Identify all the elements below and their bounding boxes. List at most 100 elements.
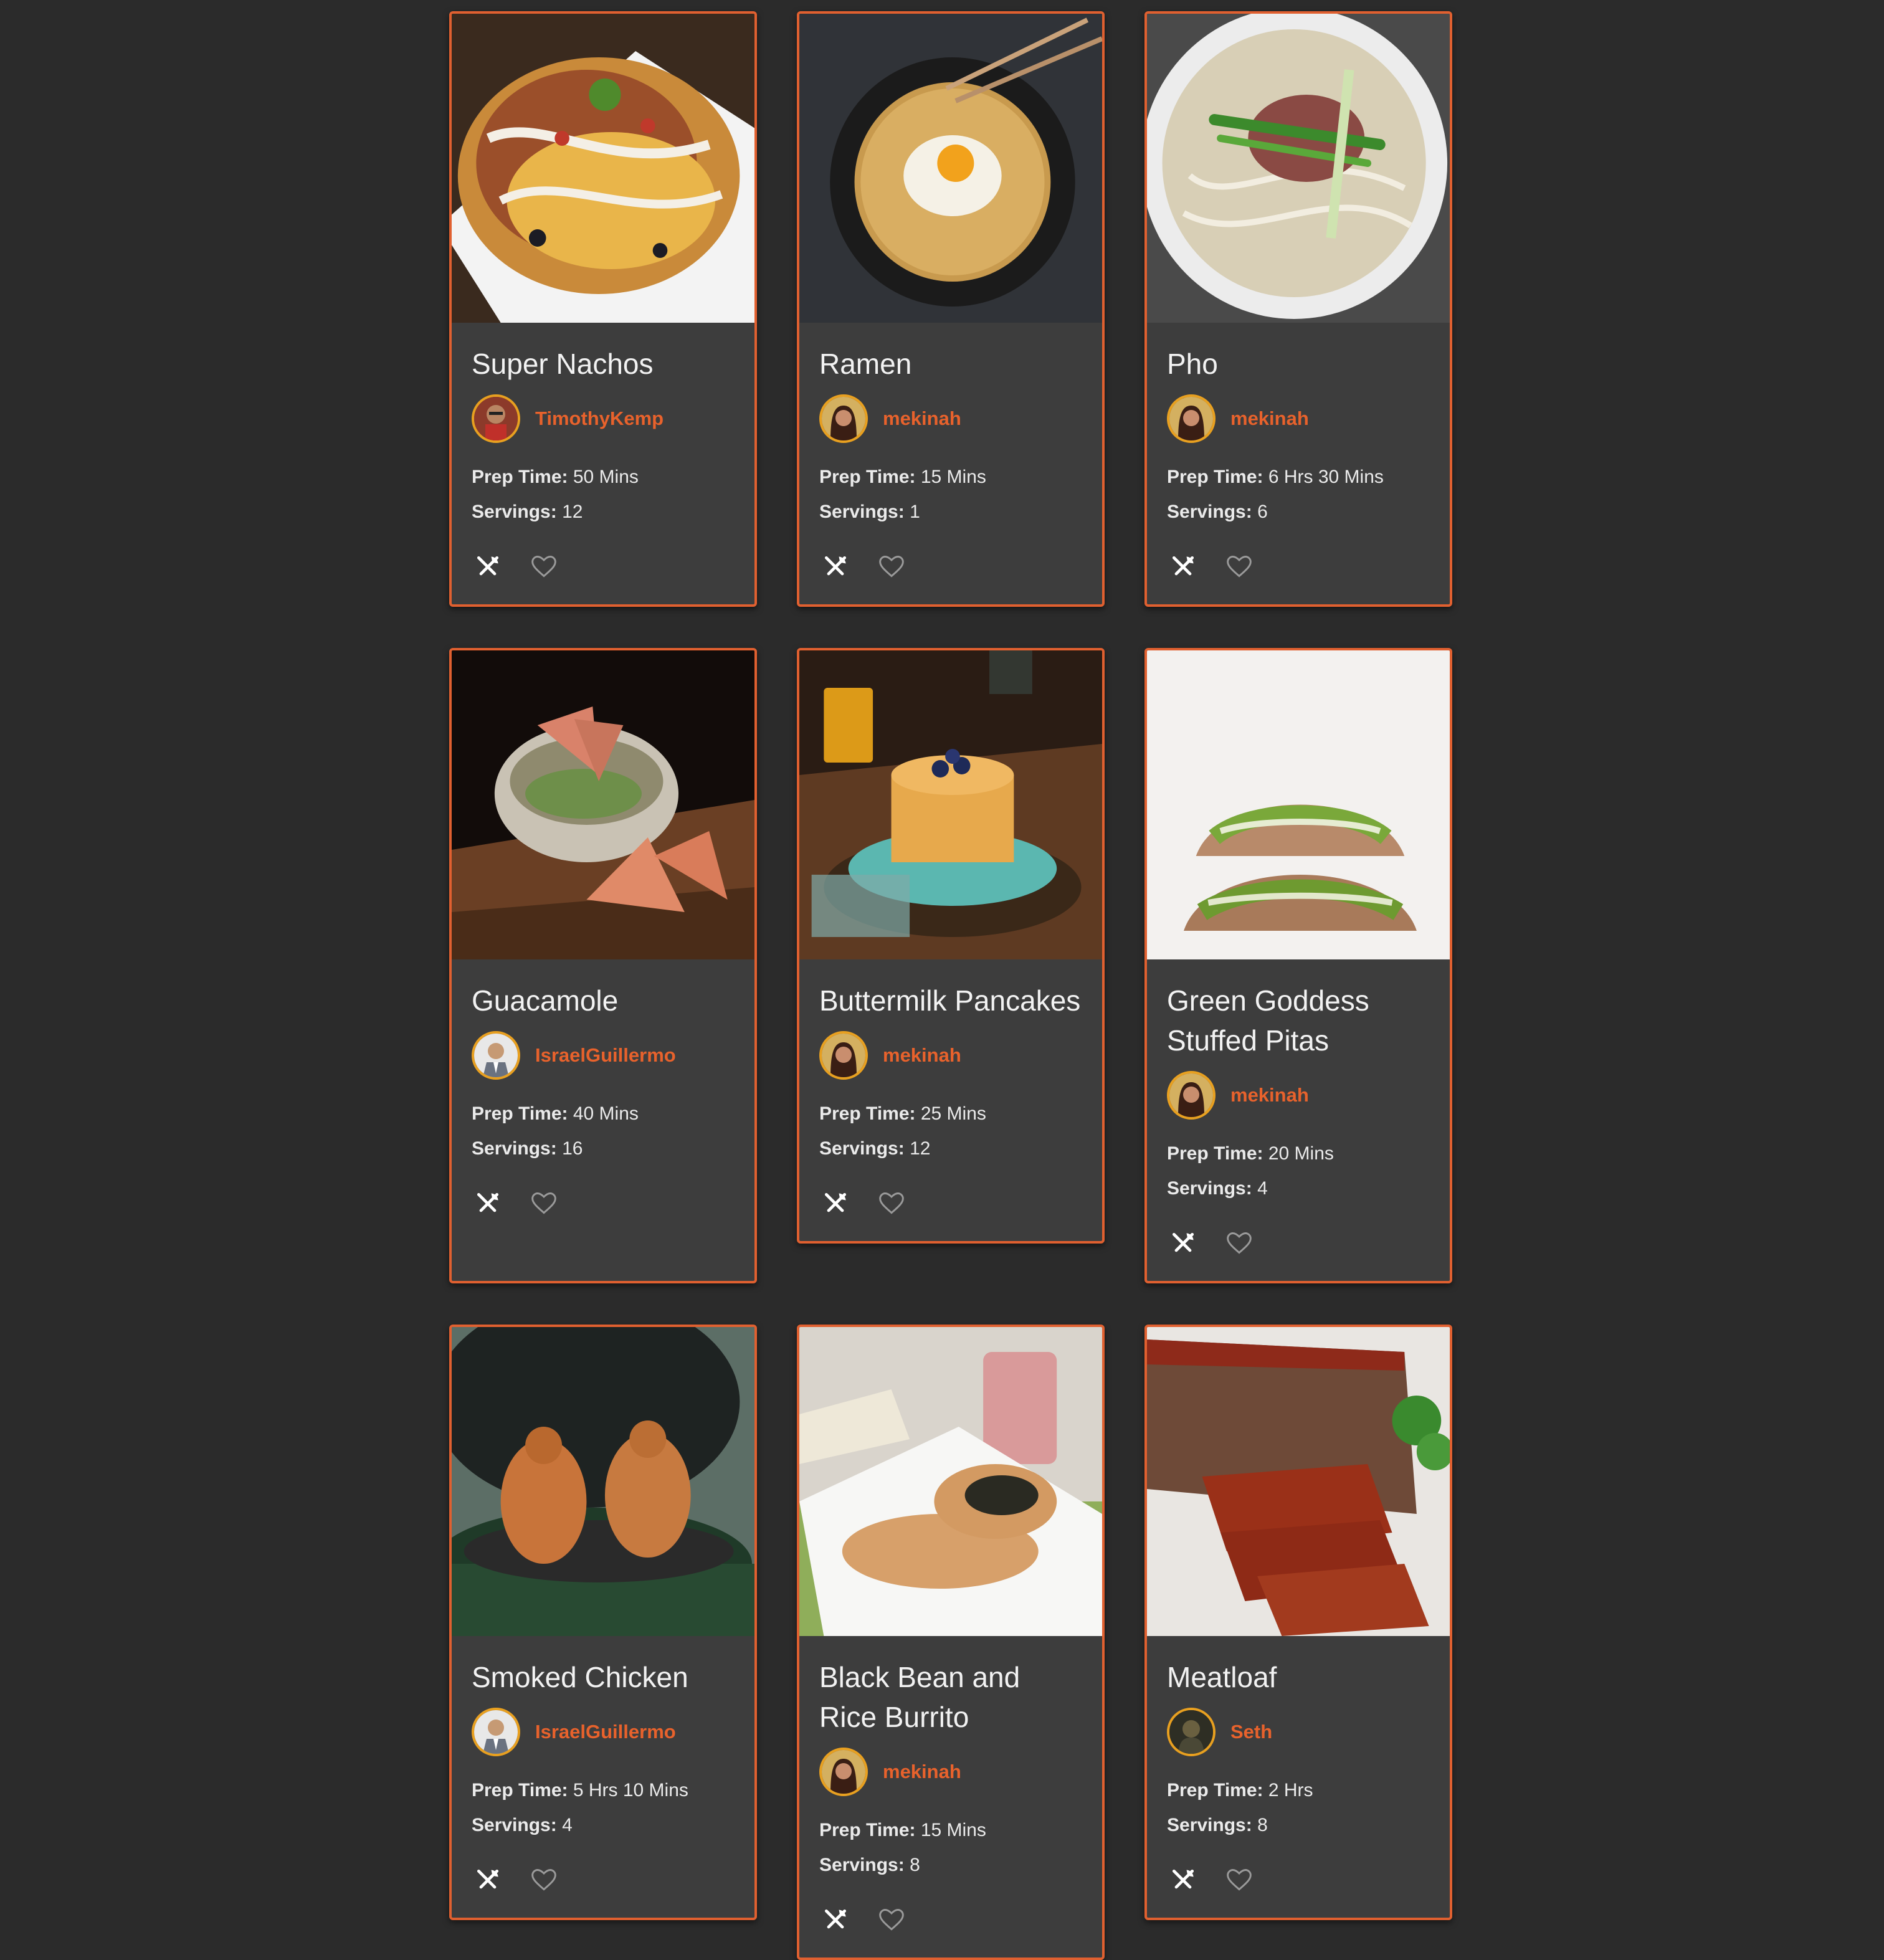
author-name[interactable]: TimothyKemp	[535, 407, 664, 430]
author-name[interactable]: Seth	[1230, 1721, 1272, 1743]
utensils-button[interactable]	[469, 1862, 507, 1899]
recipe-photo[interactable]	[1147, 650, 1450, 959]
avatar[interactable]	[819, 394, 868, 443]
recipe-card[interactable]: Meatloaf Seth Prep Time: 2 Hrs Servings:…	[1144, 1325, 1452, 1920]
servings: Servings: 16	[472, 1131, 735, 1166]
recipe-photo[interactable]	[799, 14, 1102, 323]
servings-label: Servings:	[1167, 502, 1252, 522]
heart-icon	[1227, 1869, 1252, 1891]
utensils-button[interactable]	[817, 1901, 854, 1939]
card-actions	[472, 548, 735, 586]
utensils-button[interactable]	[469, 548, 507, 586]
utensils-icon	[824, 556, 847, 576]
recipe-author[interactable]: mekinah	[1167, 1070, 1430, 1120]
author-name[interactable]: mekinah	[1230, 407, 1309, 430]
recipe-meta: Prep Time: 2 Hrs Servings: 8	[1167, 1773, 1430, 1843]
recipe-author[interactable]: IsraelGuillermo	[472, 1707, 735, 1757]
servings: Servings: 12	[472, 495, 735, 530]
recipe-title[interactable]: Guacamole	[472, 981, 735, 1020]
avatar[interactable]	[819, 1748, 868, 1796]
recipe-photo[interactable]	[452, 650, 754, 959]
author-name[interactable]: mekinah	[883, 407, 961, 430]
utensils-icon	[824, 1192, 847, 1212]
utensils-button[interactable]	[817, 1185, 854, 1222]
avatar[interactable]	[1167, 394, 1216, 443]
card-actions	[1167, 1862, 1430, 1899]
favorite-button[interactable]	[525, 1862, 563, 1899]
favorite-button[interactable]	[873, 548, 910, 586]
recipe-photo[interactable]	[1147, 1327, 1450, 1636]
card-actions	[1167, 548, 1430, 586]
prep-time-label: Prep Time:	[819, 1820, 916, 1840]
servings-value: 16	[562, 1138, 583, 1159]
recipe-photo[interactable]	[799, 1327, 1102, 1636]
favorite-button[interactable]	[1220, 548, 1258, 586]
recipe-card[interactable]: Super Nachos TimothyKemp Prep Time: 50 M…	[449, 11, 757, 607]
prep-time: Prep Time: 15 Mins	[819, 1813, 1082, 1848]
avatar[interactable]	[1167, 1071, 1216, 1120]
utensils-button[interactable]	[1164, 548, 1202, 586]
favorite-button[interactable]	[1220, 1225, 1258, 1262]
recipe-photo[interactable]	[452, 1327, 754, 1636]
recipe-card[interactable]: Black Bean and Rice Burrito mekinah Prep…	[797, 1325, 1105, 1960]
recipe-author[interactable]: Seth	[1167, 1707, 1430, 1757]
prep-time: Prep Time: 20 Mins	[1167, 1136, 1430, 1171]
recipe-photo[interactable]	[799, 650, 1102, 959]
avatar[interactable]	[472, 1708, 520, 1756]
author-name[interactable]: IsraelGuillermo	[535, 1721, 676, 1743]
recipe-photo[interactable]	[1147, 14, 1450, 323]
prep-time: Prep Time: 50 Mins	[472, 460, 735, 495]
utensils-button[interactable]	[817, 548, 854, 586]
recipe-card[interactable]: Buttermilk Pancakes mekinah Prep Time: 2…	[797, 648, 1105, 1244]
favorite-button[interactable]	[873, 1185, 910, 1222]
favorite-button[interactable]	[525, 1185, 563, 1222]
avatar[interactable]	[1167, 1708, 1216, 1756]
author-name[interactable]: mekinah	[1230, 1084, 1309, 1106]
recipe-title[interactable]: Super Nachos	[472, 344, 735, 384]
author-name[interactable]: IsraelGuillermo	[535, 1044, 676, 1067]
recipe-title[interactable]: Black Bean and Rice Burrito	[819, 1657, 1082, 1737]
utensils-icon	[477, 556, 499, 576]
recipe-card[interactable]: Smoked Chicken IsraelGuillermo Prep Time…	[449, 1325, 757, 1920]
avatar[interactable]	[472, 394, 520, 443]
avatar[interactable]	[819, 1031, 868, 1080]
prep-time-label: Prep Time:	[819, 1103, 916, 1124]
favorite-button[interactable]	[873, 1901, 910, 1939]
recipe-photo[interactable]	[452, 14, 754, 323]
utensils-button[interactable]	[469, 1185, 507, 1222]
recipe-title[interactable]: Ramen	[819, 344, 1082, 384]
utensils-button[interactable]	[1164, 1225, 1202, 1262]
prep-time-value: 15 Mins	[920, 467, 986, 487]
favorite-button[interactable]	[525, 548, 563, 586]
author-name[interactable]: mekinah	[883, 1044, 961, 1067]
recipe-author[interactable]: mekinah	[819, 394, 1082, 444]
recipe-author[interactable]: mekinah	[819, 1030, 1082, 1080]
recipe-card[interactable]: Pho mekinah Prep Time: 6 Hrs 30 Mins Ser…	[1144, 11, 1452, 607]
recipe-author[interactable]: IsraelGuillermo	[472, 1030, 735, 1080]
favorite-button[interactable]	[1220, 1862, 1258, 1899]
utensils-button[interactable]	[1164, 1862, 1202, 1899]
recipe-card[interactable]: Guacamole IsraelGuillermo Prep Time: 40 …	[449, 648, 757, 1283]
recipe-card[interactable]: Ramen mekinah Prep Time: 15 Mins Serving…	[797, 11, 1105, 607]
recipe-author[interactable]: mekinah	[819, 1747, 1082, 1797]
prep-time-label: Prep Time:	[1167, 1143, 1263, 1164]
recipe-title[interactable]: Smoked Chicken	[472, 1657, 735, 1697]
servings-value: 1	[910, 502, 920, 522]
recipe-title[interactable]: Green Goddess Stuffed Pitas	[1167, 981, 1430, 1060]
recipe-title[interactable]: Meatloaf	[1167, 1657, 1430, 1697]
prep-time-value: 20 Mins	[1268, 1143, 1334, 1164]
prep-time: Prep Time: 6 Hrs 30 Mins	[1167, 460, 1430, 495]
card-actions	[819, 1901, 1082, 1939]
servings: Servings: 4	[1167, 1171, 1430, 1206]
author-name[interactable]: mekinah	[883, 1761, 961, 1783]
servings-label: Servings:	[1167, 1815, 1252, 1835]
recipe-card[interactable]: Green Goddess Stuffed Pitas mekinah Prep…	[1144, 648, 1452, 1283]
avatar[interactable]	[472, 1031, 520, 1080]
utensils-icon	[477, 1192, 499, 1212]
recipe-meta: Prep Time: 50 Mins Servings: 12	[472, 460, 735, 530]
recipe-author[interactable]: mekinah	[1167, 394, 1430, 444]
recipe-title[interactable]: Pho	[1167, 344, 1430, 384]
prep-time-value: 25 Mins	[920, 1103, 986, 1124]
recipe-author[interactable]: TimothyKemp	[472, 394, 735, 444]
recipe-title[interactable]: Buttermilk Pancakes	[819, 981, 1082, 1020]
